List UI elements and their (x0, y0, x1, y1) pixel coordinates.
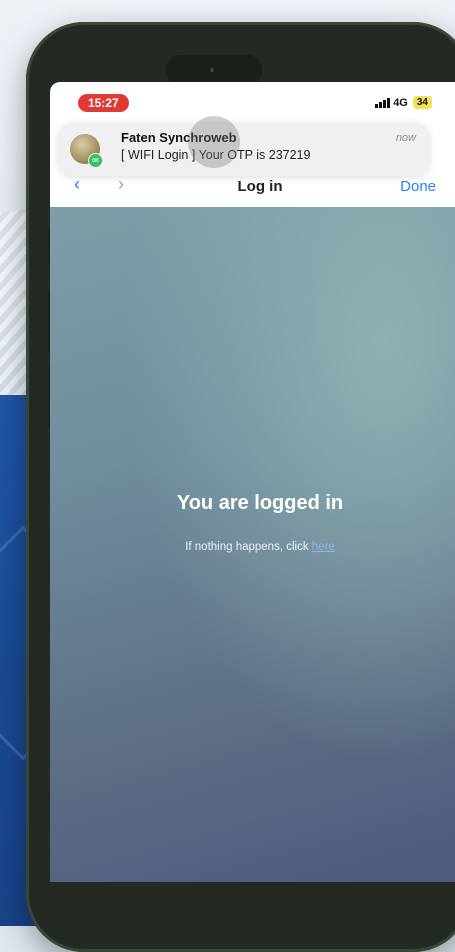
battery-icon: 34 (412, 96, 432, 109)
status-right: 4G 34 (375, 96, 432, 109)
network-type: 4G (393, 96, 408, 109)
status-time: 15:27 (78, 94, 129, 112)
done-button[interactable]: Done (400, 178, 436, 195)
status-bar: 15:27 4G 34 (50, 82, 455, 122)
logged-in-subtitle: If nothing happens, click here (50, 541, 455, 553)
messages-app-icon: ✉ (88, 153, 103, 168)
phone-screen: 15:27 4G 34 ‹ › Log in Done You are logg… (50, 82, 455, 882)
login-result-page: You are logged in If nothing happens, cl… (50, 207, 455, 882)
here-link[interactable]: here (312, 541, 335, 553)
dynamic-island (166, 55, 262, 85)
camera-icon (210, 68, 214, 72)
subtitle-text: If nothing happens, click (185, 541, 312, 553)
notification-time: now (395, 132, 416, 144)
signal-strength-icon (375, 97, 391, 108)
touch-indicator (188, 116, 240, 168)
logged-in-heading: You are logged in (176, 492, 344, 514)
sms-notification-banner[interactable]: ✉ Faten Synchroweb [ WIFI Login ] Your O… (58, 116, 430, 176)
page-title: Log in (237, 178, 283, 195)
